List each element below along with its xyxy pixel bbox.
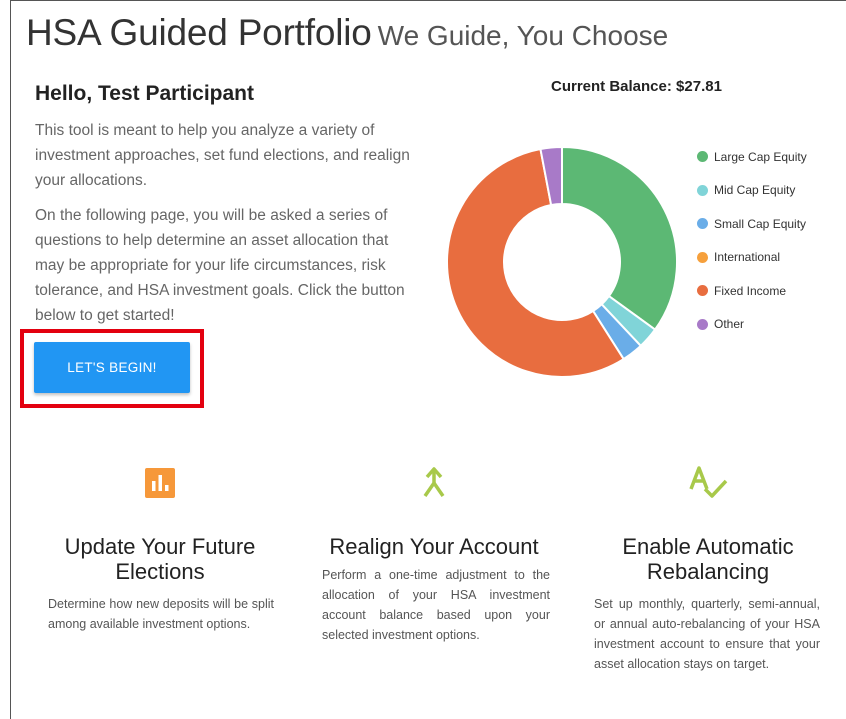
bar-chart-icon (30, 458, 290, 508)
legend-item-other[interactable]: Other (697, 308, 807, 342)
feature-title: Enable Automatic Rebalancing (622, 534, 794, 584)
balance-label: Current Balance: (551, 78, 672, 95)
legend-item-small-cap-equity[interactable]: Small Cap Equity (697, 207, 807, 241)
feature-auto-rebalancing: Enable Automatic Rebalancing Set up mont… (578, 458, 838, 674)
feature-description: Set up monthly, quarterly, semi-annual, … (594, 597, 820, 671)
legend-item-international[interactable]: International (697, 241, 807, 275)
instructions-paragraph: On the following page, you will be asked… (35, 207, 405, 324)
feature-description: Determine how new deposits will be split… (48, 597, 274, 631)
feature-title: Update Your Future Elections (64, 534, 256, 584)
feature-update-elections: Update Your Future Elections Determine h… (30, 458, 290, 634)
legend-swatch (697, 184, 708, 196)
legend-swatch (697, 318, 708, 330)
merge-arrow-icon (304, 458, 564, 508)
legend-label: Small Cap Equity (714, 216, 807, 231)
legend-label: Mid Cap Equity (714, 183, 796, 198)
page-subtitle: We Guide, You Choose (377, 20, 669, 51)
legend-swatch (697, 285, 708, 297)
lets-begin-button[interactable]: LET'S BEGIN! (34, 342, 190, 393)
page-header: HSA Guided Portfolio We Guide, You Choose (26, 12, 668, 54)
feature-title: Realign Your Account (329, 534, 539, 559)
legend-label: Large Cap Equity (714, 149, 807, 164)
intro-paragraph: This tool is meant to help you analyze a… (35, 122, 410, 189)
spellcheck-icon (578, 458, 838, 508)
legend-label: Other (714, 317, 745, 332)
feature-realign-account: Realign Your Account Perform a one-time … (304, 458, 564, 645)
chart-legend: Large Cap Equity Mid Cap Equity Small Cap … (697, 140, 807, 341)
feature-description: Perform a one-time adjustment to the all… (322, 568, 550, 642)
legend-item-mid-cap-equity[interactable]: Mid Cap Equity (697, 174, 807, 208)
legend-item-fixed-income[interactable]: Fixed Income (697, 274, 807, 308)
page-title: HSA Guided Portfolio (26, 12, 372, 53)
balance-value: $27.81 (676, 78, 722, 95)
slice-large-cap-equity[interactable] (561, 145, 678, 331)
current-balance: Current Balance: $27.81 (551, 78, 722, 95)
legend-swatch (697, 251, 708, 263)
allocation-donut-chart (446, 145, 678, 378)
legend-label: International (714, 250, 781, 265)
legend-swatch (697, 151, 708, 163)
greeting: Hello, Test Participant (35, 82, 254, 105)
legend-swatch (697, 218, 708, 230)
legend-label: Fixed Income (714, 283, 787, 298)
legend-item-large-cap-equity[interactable]: Large Cap Equity (697, 140, 807, 174)
